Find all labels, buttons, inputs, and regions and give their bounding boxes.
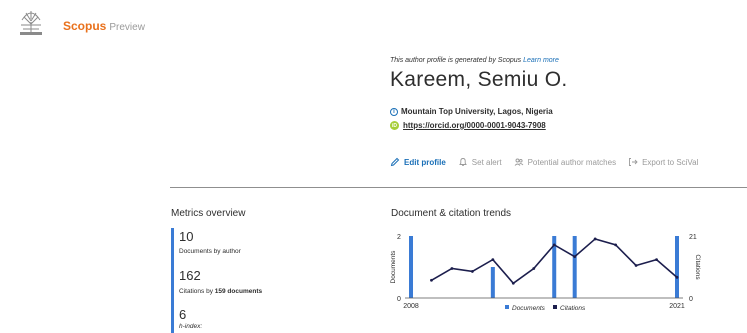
people-icon [514, 158, 523, 166]
x-tick-label: 2008 [403, 303, 419, 310]
edit-profile-label: Edit profile [404, 157, 446, 167]
documents-bar [675, 236, 679, 298]
edit-profile-button[interactable]: Edit profile [390, 157, 446, 167]
y2-axis-label: Citations [694, 254, 701, 280]
document-citation-chart[interactable]: 202102008 2021Documents Citations Document… [373, 226, 747, 333]
citations-point [532, 267, 536, 270]
export-to-scival-label: Export to SciVal [642, 157, 699, 167]
chart-axes: 202102008 2021Documents Citations [390, 234, 701, 310]
documents-bar [490, 267, 495, 298]
citations-point [614, 243, 618, 247]
orcid-link[interactable]: https://orcid.org/0000-0001-9043-7908 [403, 121, 546, 130]
documents-legend-swatch [505, 305, 509, 309]
citations-point [552, 243, 556, 247]
citations-point [573, 255, 577, 259]
h-index-label: h-index: [179, 323, 203, 330]
elsevier-logo-icon[interactable] [18, 8, 44, 36]
documents-bar [572, 236, 577, 298]
y-tick-label: 0 [397, 296, 401, 303]
bell-icon [458, 158, 467, 166]
y-tick-label: 2 [397, 234, 401, 241]
citations-label-prefix: Citations by [179, 288, 213, 295]
brand-preview-label: Preview [109, 22, 145, 33]
x-tick-label: 2021 [669, 303, 685, 310]
citations-point [655, 258, 658, 262]
documents-bars [409, 236, 679, 298]
set-alert-button[interactable]: Set alert [458, 157, 502, 167]
info-icon: i [390, 107, 398, 116]
profile-actions: Edit profile Set alert Potential author … [390, 156, 710, 168]
citations-point [470, 270, 474, 273]
section-divider [170, 187, 747, 188]
documents-count[interactable]: 10 [179, 229, 193, 244]
h-index-value[interactable]: 6 [179, 307, 186, 322]
learn-more-link[interactable]: Learn more [523, 57, 559, 64]
citations-documents-count[interactable]: 159 documents [215, 288, 262, 295]
author-name: Kareem, Semiu O. [390, 68, 568, 91]
y2-tick-label: 0 [689, 296, 693, 303]
citations-legend-swatch [553, 305, 557, 309]
export-to-scival-button[interactable]: Export to SciVal [628, 157, 698, 167]
affiliation[interactable]: i Mountain Top University, Lagos, Nigeri… [390, 107, 553, 116]
citations-label: Citations by 159 documents [179, 288, 262, 295]
metrics-accent-bar [171, 228, 174, 333]
potential-author-matches-button[interactable]: Potential author matches [514, 157, 617, 167]
potential-author-matches-label: Potential author matches [527, 157, 617, 167]
notice-text: This author profile is generated by Scop… [390, 57, 522, 64]
scopus-brand[interactable]: Scopus Preview [63, 19, 145, 33]
citations-point [675, 275, 679, 279]
citations-point [634, 264, 638, 267]
documents-legend-label: Documents [512, 305, 546, 312]
citations-point [450, 267, 454, 270]
orcid-row[interactable]: iD https://orcid.org/0000-0001-9043-7908 [390, 121, 546, 130]
citations-point [593, 237, 597, 241]
citations-point [430, 278, 433, 282]
chart-legend: Documents Citations [505, 305, 586, 312]
citations-count[interactable]: 162 [179, 268, 201, 283]
citations-point [491, 258, 495, 262]
metrics-overview-title: Metrics overview [171, 208, 246, 219]
orcid-icon: iD [390, 121, 399, 130]
affiliation-text: Mountain Top University, Lagos, Nigeria [401, 107, 553, 116]
citations-legend-label: Citations [560, 305, 586, 312]
citations-point [511, 281, 515, 285]
chart-title: Document & citation trends [391, 208, 512, 219]
brand-name: Scopus [63, 19, 107, 33]
profile-notice: This author profile is generated by Scop… [390, 57, 559, 64]
export-icon [629, 158, 638, 166]
documents-label: Documents by author [179, 248, 241, 255]
set-alert-label: Set alert [471, 157, 502, 167]
documents-bar [409, 236, 413, 298]
pencil-icon [390, 157, 400, 167]
y-axis-label: Documents [390, 250, 397, 284]
y2-tick-label: 21 [689, 234, 697, 241]
